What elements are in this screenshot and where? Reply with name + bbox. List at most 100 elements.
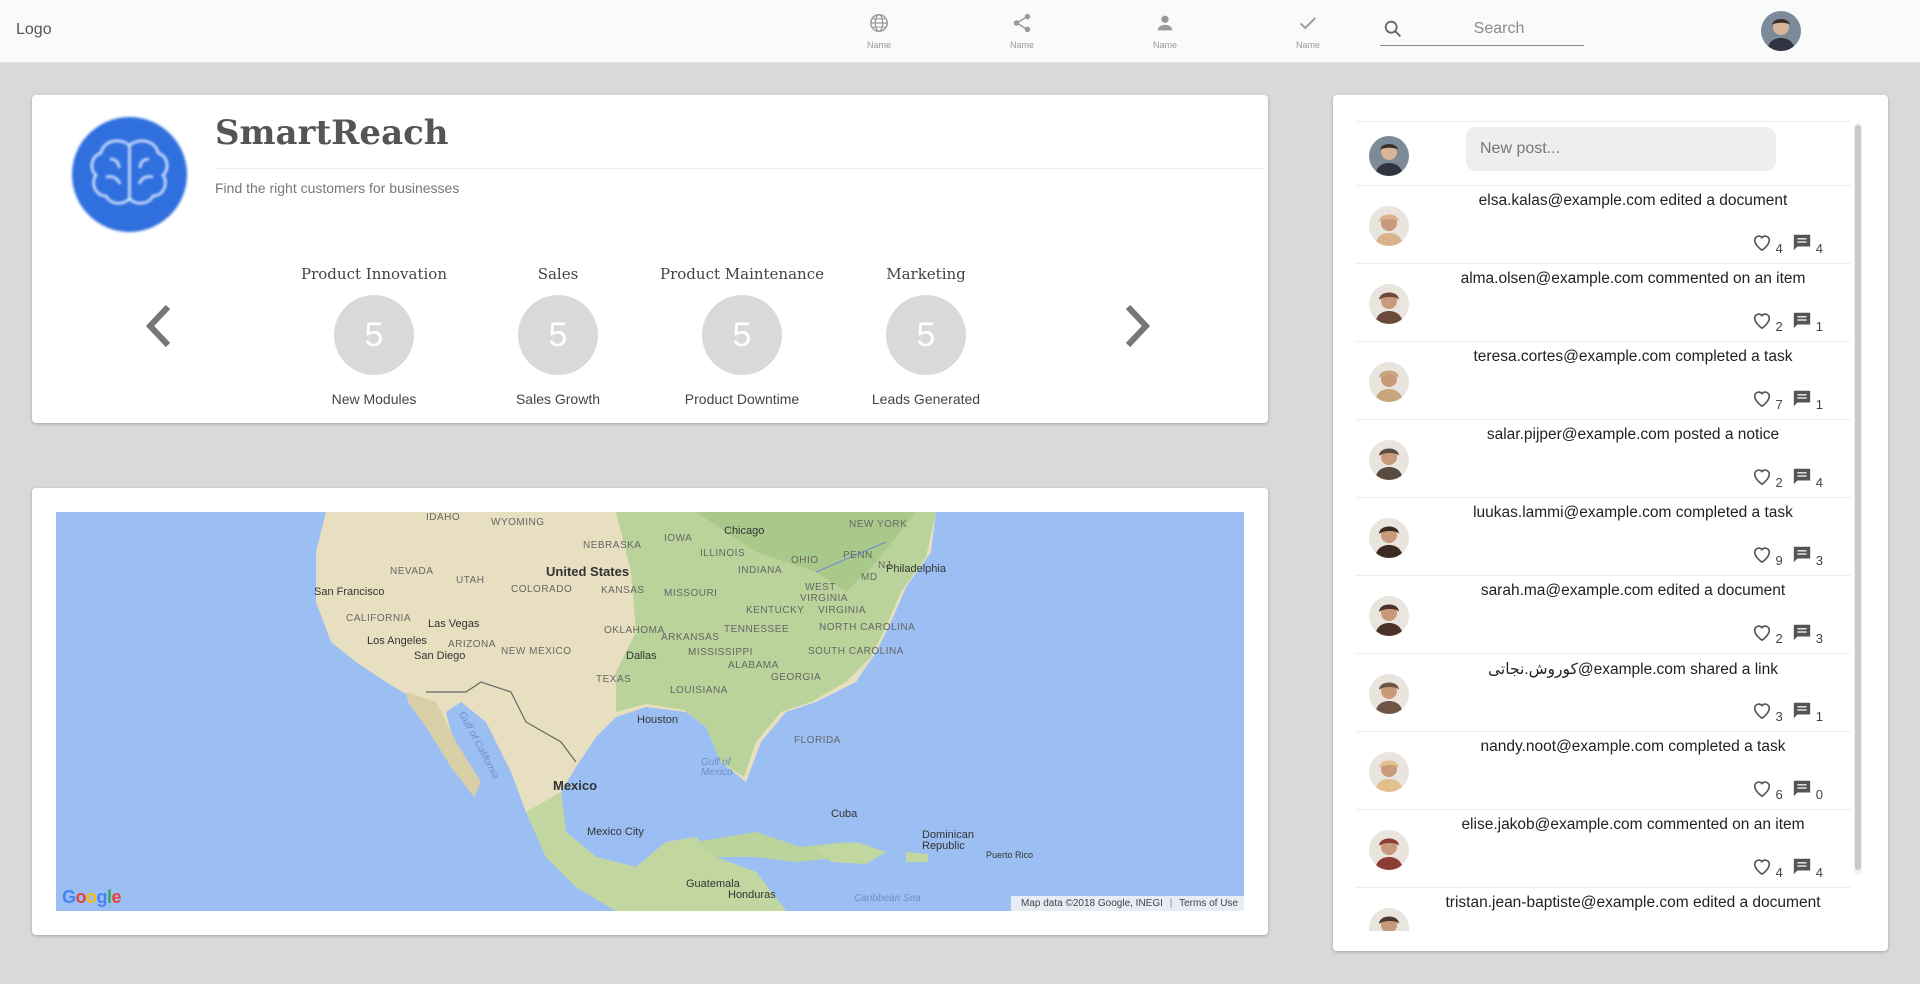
like-button[interactable]: 4: [1751, 232, 1783, 256]
nav-item-share[interactable]: Name: [992, 12, 1052, 50]
map[interactable]: IDAHO WYOMING NEBRASKA IOWA Chicago NEW …: [56, 512, 1244, 911]
comment-count: 1: [1815, 709, 1823, 724]
map-label: MD: [861, 572, 878, 583]
heart-icon: [1753, 547, 1770, 564]
map-label: Caribbean Sea: [854, 893, 921, 904]
carousel-next-button[interactable]: [1122, 303, 1152, 354]
map-card: IDAHO WYOMING NEBRASKA IOWA Chicago NEW …: [32, 488, 1268, 935]
new-post-input[interactable]: [1466, 127, 1776, 171]
feed-scrollbar[interactable]: [1854, 123, 1862, 875]
chevron-right-icon: [1125, 304, 1151, 348]
brand-title: SmartReach: [215, 113, 449, 153]
comment-button[interactable]: 1: [1791, 388, 1823, 412]
search-icon: [1382, 18, 1404, 45]
profile-card: SmartReach Find the right customers for …: [32, 95, 1268, 423]
logo[interactable]: Logo: [16, 21, 52, 39]
feed-item[interactable]: sarah.ma@example.com edited a document 2 3: [1355, 576, 1851, 654]
kpi-label: Leads Generated: [871, 391, 981, 407]
user-avatar[interactable]: [1761, 11, 1801, 51]
comment-count: 0: [1815, 787, 1823, 802]
scrollbar-thumb[interactable]: [1855, 125, 1861, 870]
like-count: 4: [1775, 865, 1783, 880]
comment-count: 3: [1815, 553, 1823, 568]
comment-icon: [1793, 546, 1810, 563]
avatar: [1369, 596, 1409, 636]
feed-item[interactable]: salar.pijper@example.com posted a notice…: [1355, 420, 1851, 498]
like-button[interactable]: 3: [1751, 700, 1783, 724]
map-label: Los Angeles: [367, 635, 427, 647]
comment-count: 3: [1815, 631, 1823, 646]
feed-item-actions: 60: [1743, 778, 1823, 802]
feed-item-text: salar.pijper@example.com posted a notice: [1486, 426, 1780, 443]
feed-item-text: luukas.lammi@example.com completed a tas…: [1473, 504, 1793, 521]
heart-icon: [1753, 625, 1770, 642]
feed-item-actions: 21: [1743, 310, 1823, 334]
comment-button[interactable]: 1: [1791, 310, 1823, 334]
like-button[interactable]: 6: [1751, 778, 1783, 802]
feed-item-text: alma.olsen@example.com commented on an i…: [1460, 270, 1806, 287]
map-label: MISSOURI: [664, 588, 718, 599]
map-label: NJ: [878, 560, 892, 571]
nav-item-person[interactable]: Name: [1135, 12, 1195, 50]
map-label: WYOMING: [491, 517, 545, 528]
map-label: Chicago: [724, 525, 765, 537]
like-button[interactable]: 2: [1751, 622, 1783, 646]
like-count: 9: [1775, 553, 1783, 568]
map-label: KANSAS: [601, 585, 645, 596]
map-label: Mexico City: [587, 826, 644, 838]
like-button[interactable]: 7: [1751, 388, 1783, 412]
map-label: United States: [546, 564, 630, 579]
feed-item[interactable]: nandy.noot@example.com completed a task 6…: [1355, 732, 1851, 810]
map-label: WEST: [805, 582, 836, 593]
map-label: ARKANSAS: [661, 632, 720, 643]
like-button[interactable]: 4: [1751, 856, 1783, 880]
feed-item[interactable]: کوروش.نجاتی@example.com shared a link 3 1: [1355, 654, 1851, 732]
feed-item[interactable]: luukas.lammi@example.com completed a tas…: [1355, 498, 1851, 576]
comment-icon: [1793, 390, 1810, 407]
map-label: IOWA: [664, 533, 693, 544]
avatar: [1369, 908, 1409, 931]
feed-item-text: sarah.ma@example.com edited a document: [1480, 582, 1786, 599]
feed-item[interactable]: tristan.jean-baptiste@example.com edited…: [1355, 888, 1851, 931]
nav-item-globe[interactable]: Name: [849, 12, 909, 50]
comment-icon: [1793, 312, 1810, 329]
nav-item-check[interactable]: Name: [1278, 12, 1338, 50]
like-button[interactable]: 9: [1751, 544, 1783, 568]
comment-button[interactable]: 3: [1791, 622, 1823, 646]
person-icon: [1135, 12, 1195, 38]
kpi-label: Product Downtime: [684, 391, 800, 407]
carousel-prev-button[interactable]: [144, 303, 174, 354]
feed-item[interactable]: elise.jakob@example.com commented on an …: [1355, 810, 1851, 888]
map-label: Honduras: [728, 889, 776, 901]
search-input[interactable]: [1424, 16, 1574, 42]
kpi-value: 5: [702, 295, 782, 375]
like-button[interactable]: 2: [1751, 310, 1783, 334]
check-icon: [1278, 12, 1338, 38]
feed-item[interactable]: elsa.kalas@example.com edited a document…: [1355, 186, 1851, 264]
feed-item[interactable]: alma.olsen@example.com commented on an i…: [1355, 264, 1851, 342]
comment-button[interactable]: 4: [1791, 856, 1823, 880]
map-label: UTAH: [456, 575, 485, 586]
comment-button[interactable]: 4: [1791, 466, 1823, 490]
like-count: 2: [1775, 475, 1783, 490]
feed-item-text: nandy.noot@example.com completed a task: [1480, 738, 1786, 755]
attribution-text: Map data ©2018 Google, INEGI: [1021, 898, 1163, 909]
heart-icon: [1753, 859, 1770, 876]
feed-item-actions: 44: [1743, 856, 1823, 880]
feed-item-text: elsa.kalas@example.com edited a document: [1478, 192, 1788, 209]
top-bar: Logo Name Name Name Name: [0, 0, 1920, 63]
terms-link[interactable]: Terms of Use: [1179, 898, 1238, 909]
map-label: NEVADA: [390, 566, 434, 577]
kpi-title: Marketing: [886, 265, 966, 283]
feed-item[interactable]: teresa.cortes@example.com completed a ta…: [1355, 342, 1851, 420]
comment-button[interactable]: 1: [1791, 700, 1823, 724]
like-count: 6: [1775, 787, 1783, 802]
comment-icon: [1793, 702, 1810, 719]
comment-button[interactable]: 0: [1791, 778, 1823, 802]
comment-button[interactable]: 4: [1791, 232, 1823, 256]
avatar: [1369, 830, 1409, 870]
comment-button[interactable]: 3: [1791, 544, 1823, 568]
feed-item-actions: 93: [1743, 544, 1823, 568]
avatar: [1369, 206, 1409, 246]
like-button[interactable]: 2: [1751, 466, 1783, 490]
